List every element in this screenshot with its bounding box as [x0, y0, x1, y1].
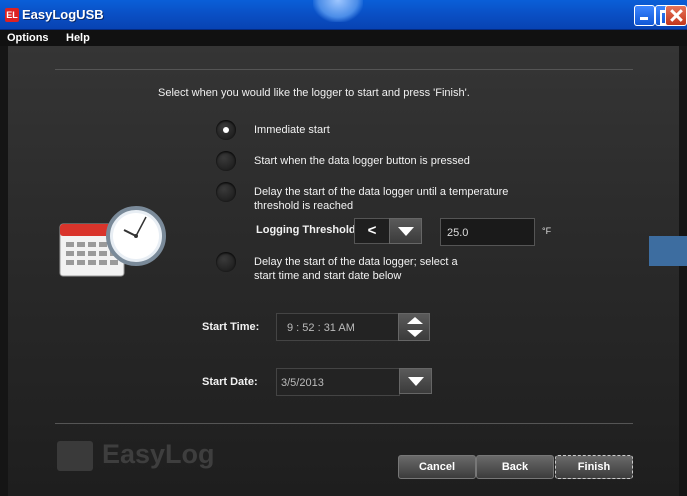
start-time-spinner[interactable]: [398, 313, 430, 341]
back-button[interactable]: Back: [476, 455, 554, 479]
menu-help[interactable]: Help: [66, 32, 90, 44]
menu-bar: Options Help: [0, 30, 687, 46]
frame-right: [679, 46, 687, 496]
option-delayed-start-label: Delay the start of the data logger; sele…: [254, 256, 458, 282]
option-threshold-start-label: Delay the start of the data logger until…: [254, 186, 509, 212]
frame-left: [0, 46, 8, 496]
brand-watermark: EasyLog: [102, 439, 215, 469]
start-date-input[interactable]: 3/5/2013: [276, 368, 400, 396]
finish-button[interactable]: Finish: [555, 455, 633, 479]
minimize-icon[interactable]: [634, 5, 655, 26]
threshold-operator[interactable]: <: [354, 218, 390, 244]
threshold-unit: °F: [542, 226, 552, 236]
logging-threshold-label: Logging Threshold: [256, 224, 356, 236]
operator-dropdown-button[interactable]: [389, 218, 422, 244]
app-icon: EL: [5, 8, 19, 22]
window-title: EasyLogUSB: [22, 7, 104, 22]
close-icon[interactable]: [665, 5, 687, 26]
title-bar-highlight: [313, 0, 363, 22]
menu-options[interactable]: Options: [7, 32, 49, 44]
side-accent: [649, 236, 687, 266]
calendar-clock-icon: [59, 206, 166, 277]
start-time-input[interactable]: 9 : 52 : 31 AM: [276, 313, 400, 341]
bottom-divider: [55, 423, 633, 424]
start-date-dropdown-button[interactable]: [399, 368, 432, 394]
cancel-button[interactable]: Cancel: [398, 455, 476, 479]
radio-immediate-start[interactable]: [216, 120, 236, 140]
option-immediate-start-label: Immediate start: [254, 124, 330, 136]
instruction-text: Select when you would like the logger to…: [158, 87, 470, 99]
option-button-start-label: Start when the data logger button is pre…: [254, 155, 470, 167]
threshold-value-input[interactable]: 25.0: [440, 218, 535, 246]
radio-button-start[interactable]: [216, 151, 236, 171]
top-divider: [55, 69, 633, 70]
radio-threshold-start[interactable]: [216, 182, 236, 202]
easylog-logo-icon: [57, 441, 93, 471]
start-date-label: Start Date:: [202, 376, 258, 388]
start-time-label: Start Time:: [202, 321, 260, 333]
title-bar: EL EasyLogUSB: [0, 0, 687, 30]
radio-delayed-start[interactable]: [216, 252, 236, 272]
